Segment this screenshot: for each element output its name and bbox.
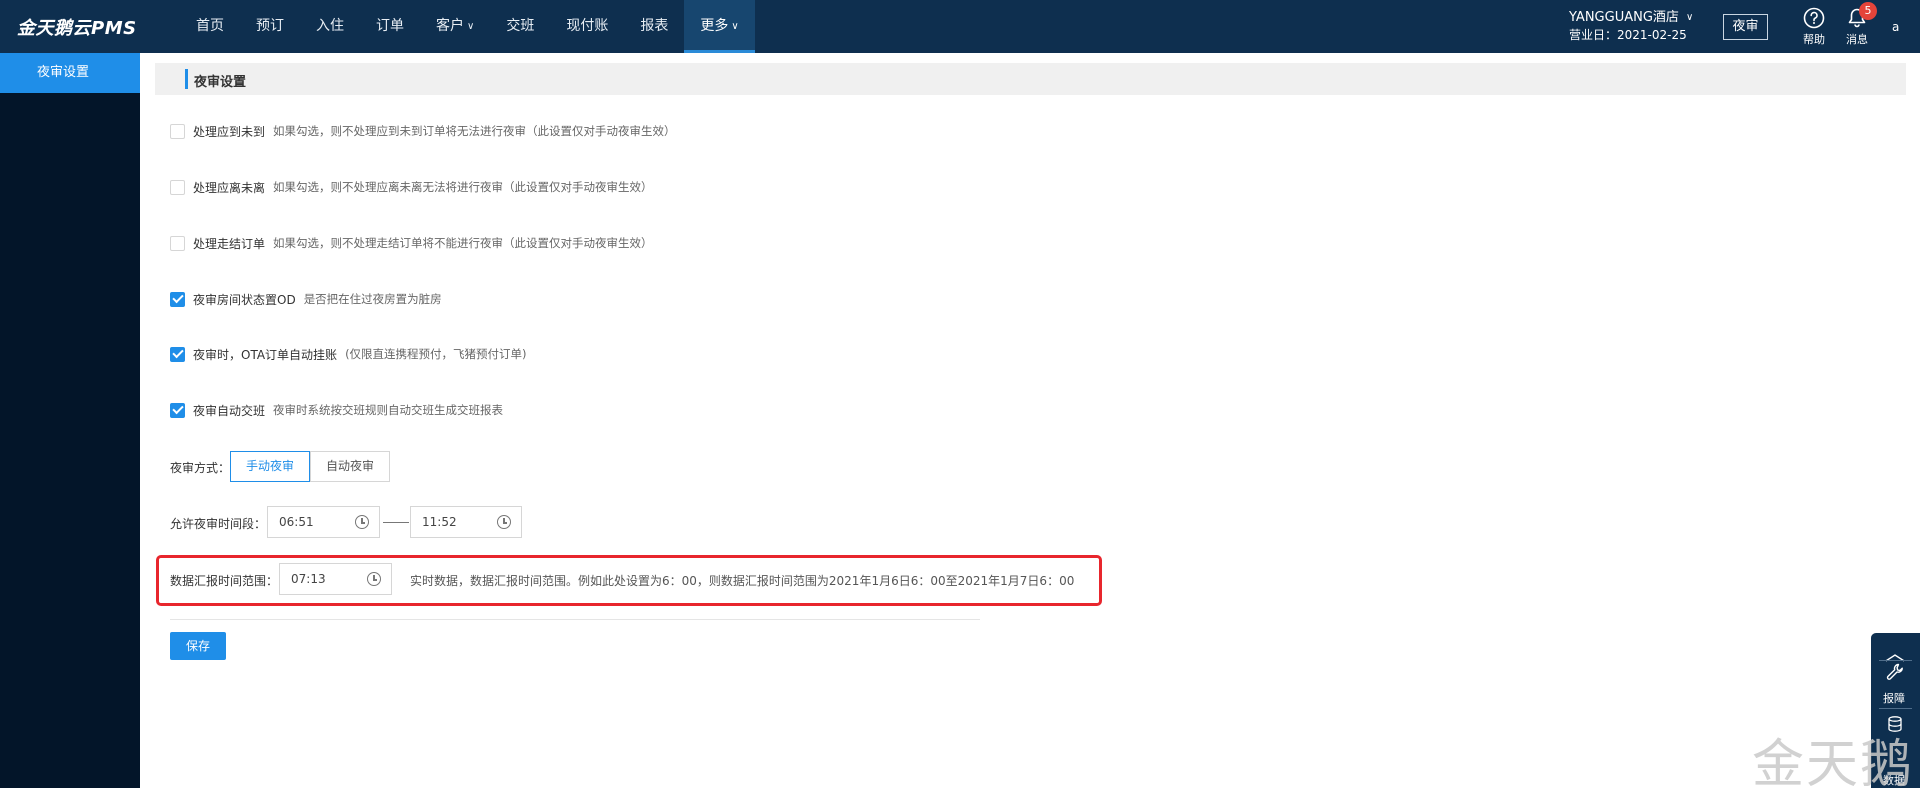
help-button[interactable]: 帮助 bbox=[1796, 6, 1832, 47]
nav-label: 交班 bbox=[506, 18, 535, 34]
help-label: 帮助 bbox=[1803, 33, 1825, 46]
save-button[interactable]: 保存 bbox=[170, 632, 226, 660]
nav-more[interactable]: 更多 ∨ bbox=[684, 0, 755, 53]
hotel-name: YANGGUANG酒店 bbox=[1569, 10, 1679, 25]
messages-label: 消息 bbox=[1846, 33, 1868, 46]
nav-label: 更多 bbox=[700, 18, 729, 34]
option-label: 夜审自动交班 bbox=[193, 403, 266, 418]
night-audit-button[interactable]: 夜审 bbox=[1723, 14, 1768, 40]
nav-booking[interactable]: 预订 bbox=[240, 0, 300, 53]
allowed-time-label: 允许夜审时间段： bbox=[170, 517, 267, 531]
option-row: 夜审房间状态置OD 是否把在住过夜房置为脏房 bbox=[170, 290, 442, 308]
watermark-logo: 金天鹅 bbox=[1752, 735, 1915, 795]
report-time-value: 07:13 bbox=[291, 572, 326, 586]
checkbox-checked[interactable] bbox=[170, 402, 185, 418]
nav-label: 客户 bbox=[436, 18, 464, 34]
nav-shift[interactable]: 交班 bbox=[490, 0, 550, 53]
nav-reports[interactable]: 报表 bbox=[624, 0, 684, 53]
form-divider bbox=[170, 619, 980, 620]
chevron-up-icon[interactable]: ︿ bbox=[1885, 637, 1905, 666]
nav-checkin[interactable]: 入住 bbox=[300, 0, 360, 53]
checkbox[interactable] bbox=[170, 123, 185, 139]
option-label: 夜审房间状态置OD bbox=[193, 292, 296, 307]
nav-home[interactable]: 首页 bbox=[180, 0, 240, 53]
clock-icon bbox=[355, 515, 369, 529]
option-label: 处理应离未离 bbox=[193, 180, 266, 195]
option-description: 如果勾选，则不处理走结订单将不能进行夜审（此设置仅对手动夜审生效） bbox=[273, 236, 653, 250]
audit-mode-toggle: 手动夜审 自动夜审 bbox=[230, 451, 390, 482]
question-circle-icon bbox=[1803, 7, 1825, 29]
checkbox-checked[interactable] bbox=[170, 346, 185, 362]
nav-label: 预订 bbox=[256, 18, 284, 34]
chevron-down-icon: ∨ bbox=[1686, 12, 1694, 23]
nav-label: 现付账 bbox=[566, 18, 609, 34]
report-time-input[interactable]: 07:13 bbox=[279, 563, 392, 595]
nav-label: 首页 bbox=[196, 18, 224, 34]
section-title: 夜审设置 bbox=[194, 75, 247, 90]
top-navbar: 金天鹅云PMS 首页 预订 入住 订单 客户 ∨ 交班 现付账 报表 更多 ∨ YA… bbox=[0, 0, 1920, 53]
start-time-input[interactable]: 06:51 bbox=[267, 506, 380, 538]
clock-icon bbox=[497, 515, 511, 529]
section-accent-bar bbox=[185, 69, 188, 89]
option-label: 夜审时，OTA订单自动挂账 bbox=[193, 347, 338, 362]
option-row: 处理应到未到 如果勾选，则不处理应到未到订单将无法进行夜审（此设置仅对手动夜审生… bbox=[170, 122, 676, 140]
chevron-down-icon: ∨ bbox=[731, 21, 739, 32]
nav-label: 订单 bbox=[376, 18, 404, 34]
option-description: 如果勾选，则不处理应到未到订单将无法进行夜审（此设置仅对手动夜审生效） bbox=[273, 124, 676, 138]
audit-mode-label: 夜审方式： bbox=[170, 461, 231, 475]
nav-customers[interactable]: 客户 ∨ bbox=[420, 0, 490, 53]
checkbox-checked[interactable] bbox=[170, 291, 185, 307]
option-description: 如果勾选，则不处理应离未离无法将进行夜审（此设置仅对手动夜审生效） bbox=[273, 180, 653, 194]
sidebar-item-night-audit-settings[interactable]: 夜审设置 bbox=[0, 53, 140, 93]
section-header: 夜审设置 bbox=[155, 63, 1906, 95]
option-label: 处理应到未到 bbox=[193, 124, 266, 139]
manual-audit-option[interactable]: 手动夜审 bbox=[230, 451, 310, 482]
report-range-hint: 实时数据，数据汇报时间范围。例如此处设置为6：00，则数据汇报时间范围为2021… bbox=[410, 574, 1075, 588]
checkbox[interactable] bbox=[170, 235, 185, 251]
clock-icon bbox=[367, 572, 381, 586]
nav-cash-account[interactable]: 现付账 bbox=[550, 0, 624, 53]
nav-orders[interactable]: 订单 bbox=[360, 0, 420, 53]
nav-label: 入住 bbox=[316, 18, 344, 34]
divider bbox=[1879, 708, 1912, 709]
option-description: (仅限直连携程预付，飞猪预付订单) bbox=[345, 347, 527, 361]
messages-button[interactable]: 5 消息 bbox=[1839, 2, 1877, 47]
report-fault-label[interactable]: 报障 bbox=[1883, 690, 1905, 706]
option-row: 处理应离未离 如果勾选，则不处理应离未离无法将进行夜审（此设置仅对手动夜审生效） bbox=[170, 178, 653, 196]
range-separator bbox=[383, 522, 409, 523]
user-menu[interactable]: a bbox=[1892, 20, 1899, 34]
business-date: 营业日：2021-02-25 bbox=[1569, 28, 1687, 42]
option-row: 夜审时，OTA订单自动挂账 (仅限直连携程预付，飞猪预付订单) bbox=[170, 345, 527, 363]
brand-logo: 金天鹅云PMS bbox=[17, 18, 137, 39]
auto-audit-option[interactable]: 自动夜审 bbox=[310, 451, 390, 482]
report-range-label: 数据汇报时间范围： bbox=[170, 574, 279, 588]
checkbox[interactable] bbox=[170, 179, 185, 195]
main-nav: 首页 预订 入住 订单 客户 ∨ 交班 现付账 报表 更多 ∨ bbox=[180, 0, 755, 53]
start-time-value: 06:51 bbox=[279, 515, 314, 529]
end-time-input[interactable]: 11:52 bbox=[410, 506, 522, 538]
sidebar: 夜审设置 bbox=[0, 53, 140, 788]
option-row: 处理走结订单 如果勾选，则不处理走结订单将不能进行夜审（此设置仅对手动夜审生效） bbox=[170, 234, 653, 252]
option-label: 处理走结订单 bbox=[193, 236, 266, 251]
option-description: 夜审时系统按交班规则自动交班生成交班报表 bbox=[273, 403, 504, 417]
hotel-selector[interactable]: YANGGUANG酒店 ∨ 营业日：2021-02-25 bbox=[1569, 9, 1693, 44]
end-time-value: 11:52 bbox=[422, 515, 457, 529]
message-count-badge: 5 bbox=[1859, 2, 1877, 20]
nav-label: 报表 bbox=[640, 18, 669, 34]
divider bbox=[1879, 660, 1912, 661]
option-row: 夜审自动交班 夜审时系统按交班规则自动交班生成交班报表 bbox=[170, 401, 503, 419]
wrench-icon[interactable] bbox=[1886, 663, 1904, 681]
option-description: 是否把在住过夜房置为脏房 bbox=[303, 292, 442, 306]
chevron-down-icon: ∨ bbox=[467, 21, 475, 32]
